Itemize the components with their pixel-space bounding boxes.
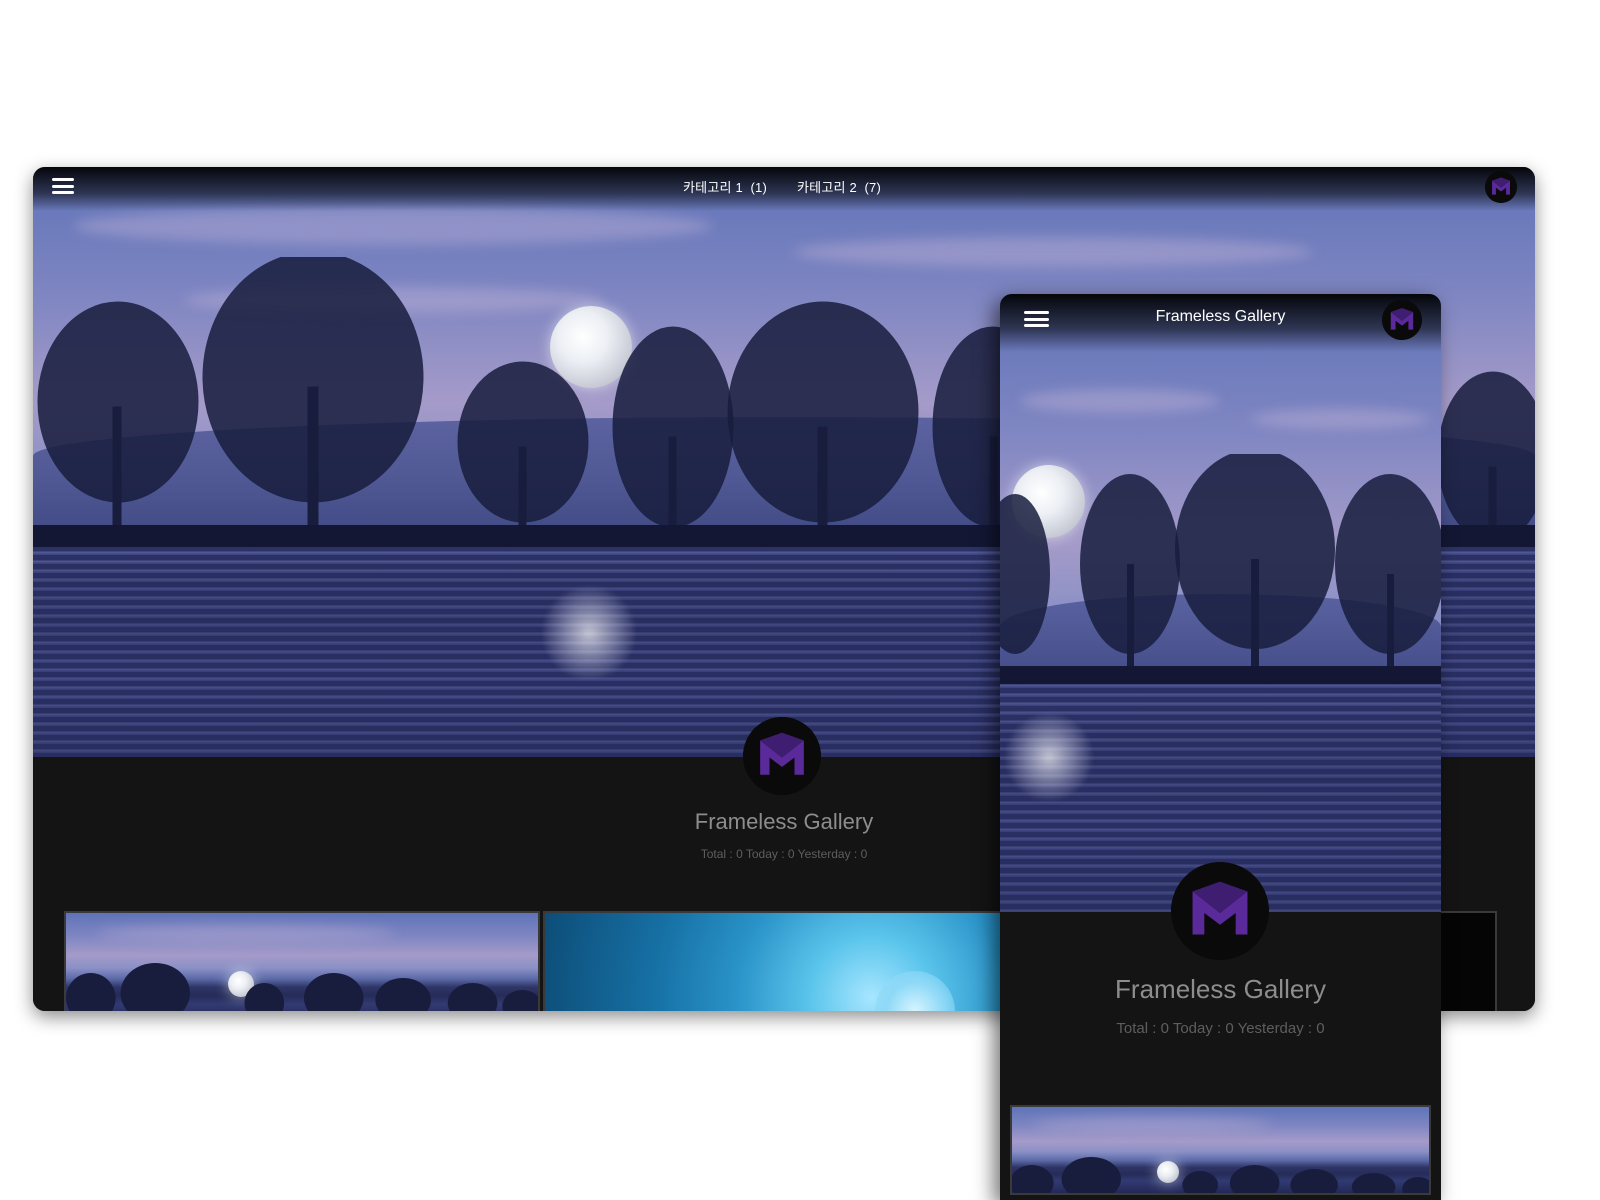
moon-reflection	[1006, 714, 1092, 800]
m-logo-icon[interactable]	[1485, 171, 1517, 203]
nav-category-2-count: (7)	[864, 180, 882, 195]
visitor-stats: Total : 0 Today : 0 Yesterday : 0	[1116, 1020, 1325, 1037]
gallery-thumb-moonlit-lake[interactable]	[1010, 1105, 1431, 1195]
m-logo-icon	[1171, 862, 1269, 960]
moon-reflection	[543, 587, 635, 679]
mobile-top-bar: Frameless Gallery	[1000, 294, 1441, 352]
nav-category-1[interactable]: 카테고리 1 (1)	[683, 177, 767, 196]
site-title: Frameless Gallery	[1115, 974, 1326, 1004]
nav-category-1-label: 카테고리 1	[683, 180, 743, 195]
gallery-thumb-blue-moon[interactable]	[543, 911, 1013, 1011]
mobile-site-info: Frameless Gallery Total : 0 Today : 0 Ye…	[1000, 862, 1441, 1200]
mobile-hero-moonlit-lake-image	[1000, 294, 1441, 912]
mobile-window: Frameless Gallery Frameless Gallery Tota…	[1000, 294, 1441, 1200]
category-nav: 카테고리 1 (1) 카테고리 2 (7)	[683, 177, 881, 196]
nav-category-2-label: 카테고리 2	[797, 180, 857, 195]
m-logo-icon[interactable]	[1382, 300, 1422, 340]
desktop-top-bar: 카테고리 1 (1) 카테고리 2 (7)	[33, 167, 1535, 211]
gallery-thumb-moonlit-lake[interactable]	[64, 911, 540, 1011]
nav-category-2[interactable]: 카테고리 2 (7)	[797, 177, 881, 196]
hamburger-icon[interactable]	[52, 177, 74, 195]
m-logo-icon	[743, 717, 821, 795]
mobile-header-title: Frameless Gallery	[1155, 308, 1286, 325]
nav-category-1-count: (1)	[750, 180, 768, 195]
tree-silhouettes	[1000, 454, 1441, 684]
